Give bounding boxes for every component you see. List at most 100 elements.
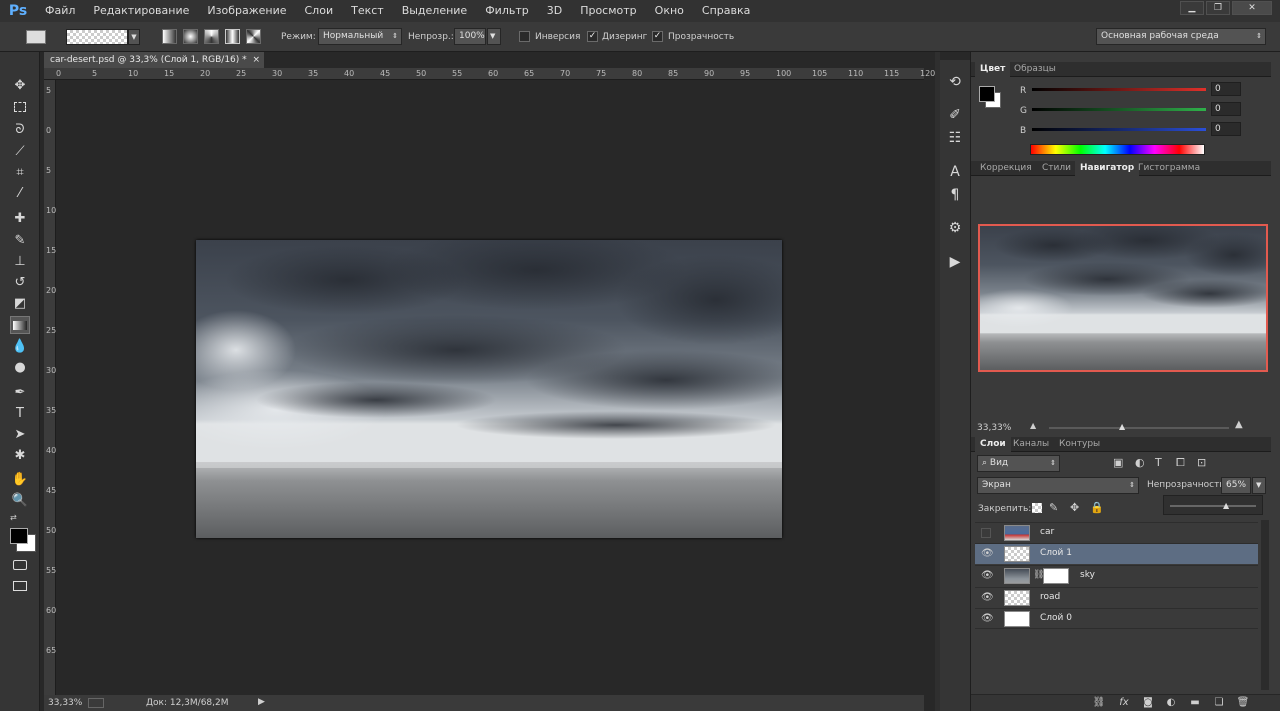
diamond-gradient-icon[interactable] [246, 29, 261, 44]
type-tool-icon[interactable]: T [10, 404, 30, 422]
layer-name[interactable]: Слой 0 [1040, 613, 1072, 623]
dither-checkbox[interactable]: ✓ [587, 31, 598, 42]
layer-row-sloy-1[interactable]: 👁 Слой 1 [975, 543, 1258, 564]
add-mask-icon[interactable]: ◙ [1141, 697, 1155, 709]
trash-icon[interactable]: 🗑 [1236, 697, 1250, 709]
path-selection-tool-icon[interactable]: ➤ [10, 425, 30, 443]
layer-mask-thumbnail-sky[interactable] [1043, 568, 1069, 584]
status-menu-arrow-icon[interactable]: ▶ [258, 697, 265, 707]
layer-opacity-slider-thumb[interactable]: ▲ [1223, 501, 1229, 510]
channel-r-slider[interactable] [1032, 88, 1206, 91]
tab-swatches[interactable]: Образцы [1009, 62, 1061, 77]
lock-all-icon[interactable]: 🔒 [1090, 501, 1104, 514]
layer-row-sky[interactable]: 👁 ⛓ sky [975, 565, 1258, 586]
history-brush-tool-icon[interactable]: ↺ [10, 273, 30, 291]
crop-tool-icon[interactable]: ⌗ [10, 163, 30, 181]
filter-smart-icon[interactable]: ⊡ [1197, 456, 1206, 469]
gradient-tool-icon[interactable] [10, 316, 30, 334]
layer-row-sloy-0[interactable]: 👁 Слой 0 [975, 608, 1258, 629]
channel-r-input[interactable]: 0 [1211, 82, 1241, 96]
eye-icon[interactable]: 👁 [981, 614, 994, 624]
menu-image[interactable]: Изображение [198, 0, 295, 22]
brush-tool-icon[interactable]: ✎ [10, 231, 30, 249]
tab-color[interactable]: Цвет [975, 62, 1011, 77]
fx-icon[interactable]: fx [1117, 697, 1131, 709]
menu-help[interactable]: Справка [693, 0, 759, 22]
layer-name[interactable]: car [1040, 527, 1054, 537]
menu-type[interactable]: Текст [342, 0, 393, 22]
color-spectrum-bar[interactable] [1030, 144, 1205, 155]
close-button[interactable]: ✕ [1232, 1, 1272, 15]
filter-type-icon[interactable]: T [1155, 456, 1162, 469]
gradient-preview[interactable] [66, 29, 128, 45]
close-document-icon[interactable]: × [252, 52, 260, 68]
filter-adjustment-icon[interactable]: ◐ [1135, 456, 1145, 469]
eye-icon[interactable]: 👁 [981, 593, 994, 603]
tool-preset-icon[interactable] [26, 30, 46, 44]
blend-mode-select[interactable]: Экран ⇕ [977, 477, 1139, 494]
opacity-dropdown-chevron-icon[interactable]: ▼ [487, 28, 501, 45]
radial-gradient-icon[interactable] [183, 29, 198, 44]
paragraph-icon[interactable]: ¶ [945, 185, 965, 205]
layer-row-car[interactable]: car [975, 522, 1258, 543]
shape-tool-icon[interactable]: ✱ [10, 446, 30, 464]
eye-icon[interactable]: 👁 [981, 549, 994, 559]
restore-button[interactable]: ❐ [1206, 1, 1230, 15]
layer-name[interactable]: sky [1080, 570, 1095, 580]
lock-transparent-icon[interactable] [1032, 503, 1042, 513]
minimize-button[interactable]: ▁ [1180, 1, 1204, 15]
zoom-out-icon[interactable]: ▲ [1030, 421, 1036, 430]
tab-styles[interactable]: Стили [1037, 161, 1076, 176]
inverse-checkbox[interactable] [519, 31, 530, 42]
quick-selection-tool-icon[interactable]: ⟋ [10, 142, 30, 160]
blur-tool-icon[interactable]: 💧 [10, 337, 30, 355]
navigator-zoom-value[interactable]: 33,33% [977, 423, 1011, 433]
tab-navigator[interactable]: Навигатор [1075, 161, 1140, 176]
channel-b-input[interactable]: 0 [1211, 122, 1241, 136]
document-image[interactable] [196, 240, 782, 538]
menu-view[interactable]: Просмотр [571, 0, 645, 22]
menu-edit[interactable]: Редактирование [84, 0, 198, 22]
tool-presets-icon[interactable]: ⚙ [945, 218, 965, 238]
menu-layers[interactable]: Слои [296, 0, 343, 22]
new-layer-icon[interactable]: ❏ [1212, 697, 1226, 709]
brush-presets-icon[interactable]: ✐ [945, 105, 965, 125]
pen-tool-icon[interactable]: ✒ [10, 383, 30, 401]
dodge-tool-icon[interactable]: ● [10, 358, 30, 376]
new-group-folder-icon[interactable]: ▬ [1188, 697, 1202, 709]
mode-select[interactable]: Нормальный ⇕ [318, 28, 402, 45]
menu-3d[interactable]: 3D [538, 0, 571, 22]
tab-adjustments[interactable]: Коррекция [975, 161, 1037, 176]
layer-opacity-popup[interactable]: ▲ [1163, 495, 1263, 515]
tab-histogram[interactable]: Гистограмма [1133, 161, 1205, 176]
angle-gradient-icon[interactable] [204, 29, 219, 44]
opacity-input[interactable]: 100% [454, 28, 486, 45]
linear-gradient-icon[interactable] [162, 29, 177, 44]
character-icon[interactable]: A [945, 162, 965, 182]
menu-window[interactable]: Окно [646, 0, 693, 22]
menu-filter[interactable]: Фильтр [476, 0, 538, 22]
reflected-gradient-icon[interactable] [225, 29, 240, 44]
layer-visibility-toggle-hidden[interactable] [981, 528, 991, 538]
marquee-tool-icon[interactable] [10, 98, 30, 116]
menu-select[interactable]: Выделение [393, 0, 477, 22]
lock-image-icon[interactable]: ✎ [1049, 501, 1058, 514]
eye-icon[interactable]: 👁 [981, 571, 994, 581]
foreground-color-swatch[interactable] [10, 528, 28, 544]
status-zoom[interactable]: 33,33% [48, 698, 82, 708]
actions-play-icon[interactable]: ▶ [945, 252, 965, 272]
eyedropper-tool-icon[interactable]: ⁄ [10, 184, 30, 202]
transparency-checkbox[interactable]: ✓ [652, 31, 663, 42]
gradient-picker-chevron-icon[interactable]: ▼ [128, 29, 140, 45]
document-tab[interactable]: car-desert.psd @ 33,3% (Слой 1, RGB/16) … [44, 52, 264, 68]
swap-colors-icon[interactable]: ⇄ [10, 513, 17, 522]
tab-paths[interactable]: Контуры [1054, 437, 1105, 452]
filter-shape-icon[interactable]: ⧠ [1176, 456, 1185, 470]
layer-name[interactable]: Слой 1 [1040, 548, 1072, 558]
healing-brush-tool-icon[interactable]: ✚ [10, 209, 30, 227]
workspace-select[interactable]: Основная рабочая среда ⇕ [1096, 28, 1266, 45]
adjustment-layer-icon[interactable]: ◐ [1164, 697, 1178, 709]
quick-mask-icon[interactable] [10, 556, 30, 574]
zoom-in-icon[interactable]: ▲ [1235, 419, 1243, 430]
eraser-tool-icon[interactable]: ◩ [10, 294, 30, 312]
